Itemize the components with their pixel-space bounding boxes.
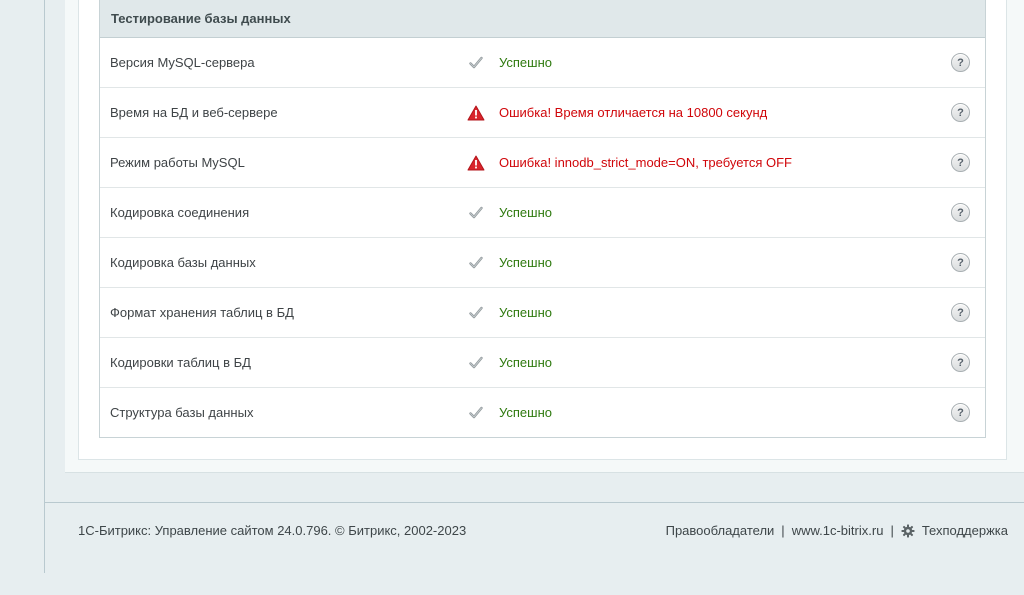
test-row: Время на БД и веб-сервере Ошибка! Время о… bbox=[100, 87, 985, 137]
db-test-table: Тестирование базы данных Версия MySQL-се… bbox=[99, 0, 986, 438]
status-message: Ошибка! Время отличается на 10800 секунд bbox=[499, 105, 768, 120]
left-rail-divider bbox=[44, 0, 45, 573]
footer-links: Правообладатели | www.1c-bitrix.ru | Тех… bbox=[666, 523, 1008, 538]
help-button[interactable]: ? bbox=[951, 153, 970, 172]
test-row: Кодировка базы данных Успешно? bbox=[100, 237, 985, 287]
test-row: Кодировка соединения Успешно? bbox=[100, 187, 985, 237]
rights-link[interactable]: Правообладатели bbox=[666, 523, 775, 538]
status-message: Успешно bbox=[499, 205, 552, 220]
footer-divider bbox=[44, 502, 1024, 503]
test-label: Структура базы данных bbox=[110, 405, 254, 420]
site-link[interactable]: www.1c-bitrix.ru bbox=[792, 523, 884, 538]
status-message: Успешно bbox=[499, 305, 552, 320]
test-label: Кодировки таблиц в БД bbox=[110, 355, 251, 370]
help-button[interactable]: ? bbox=[951, 53, 970, 72]
test-label: Режим работы MySQL bbox=[110, 155, 245, 170]
test-label: Формат хранения таблиц в БД bbox=[110, 305, 294, 320]
test-row: Структура базы данных Успешно? bbox=[100, 387, 985, 437]
support-link[interactable]: Техподдержка bbox=[922, 523, 1008, 538]
status-message: Успешно bbox=[499, 255, 552, 270]
status-message: Успешно bbox=[499, 55, 552, 70]
content-panel: Тестирование базы данных Версия MySQL-се… bbox=[65, 0, 1024, 473]
footer-copyright: 1С-Битрикс: Управление сайтом 24.0.796. … bbox=[78, 523, 467, 538]
checkmark-icon bbox=[467, 354, 485, 372]
status-message: Ошибка! innodb_strict_mode=ON, требуется… bbox=[499, 155, 792, 170]
test-label: Кодировка соединения bbox=[110, 205, 250, 220]
checkmark-icon bbox=[467, 254, 485, 272]
help-button[interactable]: ? bbox=[951, 253, 970, 272]
status-message: Успешно bbox=[499, 355, 552, 370]
warning-triangle-icon bbox=[467, 154, 485, 172]
test-label: Версия MySQL-сервера bbox=[110, 55, 255, 70]
help-button[interactable]: ? bbox=[951, 103, 970, 122]
separator: | bbox=[890, 523, 894, 538]
inner-panel: Тестирование базы данных Версия MySQL-се… bbox=[78, 0, 1007, 460]
checkmark-icon bbox=[467, 54, 485, 72]
help-button[interactable]: ? bbox=[951, 353, 970, 372]
warning-triangle-icon bbox=[467, 104, 485, 122]
status-message: Успешно bbox=[499, 405, 552, 420]
test-rows: Версия MySQL-сервера Успешно? Время на БД … bbox=[100, 38, 985, 437]
checkmark-icon bbox=[467, 404, 485, 422]
test-row: Версия MySQL-сервера Успешно? bbox=[100, 38, 985, 87]
help-button[interactable]: ? bbox=[951, 203, 970, 222]
help-button[interactable]: ? bbox=[951, 403, 970, 422]
test-row: Формат хранения таблиц в БД Успешно? bbox=[100, 287, 985, 337]
checkmark-icon bbox=[467, 304, 485, 322]
test-row: Режим работы MySQL Ошибка! innodb_strict_… bbox=[100, 137, 985, 187]
separator: | bbox=[781, 523, 785, 538]
test-label: Время на БД и веб-сервере bbox=[110, 105, 278, 120]
test-label: Кодировка базы данных bbox=[110, 255, 256, 270]
help-button[interactable]: ? bbox=[951, 303, 970, 322]
section-title: Тестирование базы данных bbox=[100, 0, 985, 38]
test-row: Кодировки таблиц в БД Успешно? bbox=[100, 337, 985, 387]
gear-icon bbox=[901, 524, 915, 538]
checkmark-icon bbox=[467, 204, 485, 222]
